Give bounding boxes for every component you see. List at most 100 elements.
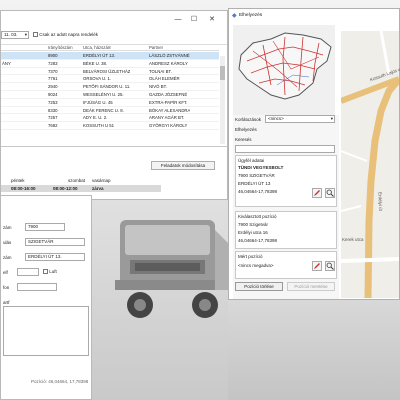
field-label: zám xyxy=(3,255,12,260)
lift-checkbox[interactable]: Luft xyxy=(43,269,57,275)
date-value: 11. 03. xyxy=(4,32,18,37)
hours-cell: 08:00-12:00 xyxy=(53,186,78,191)
clear-position-button[interactable]: Pozíció törlése xyxy=(235,282,283,291)
table-row[interactable]: 2940 PETŐFI SÁNDOR U. 11. NIVÓ BT. xyxy=(1,83,219,91)
position-text: Pozíció: 46,04664, 17,78398 xyxy=(31,379,89,384)
search-input[interactable] xyxy=(235,145,335,153)
save-position-button[interactable]: Pozíció mentése xyxy=(287,282,335,291)
section-heading: Kiválasztott pozíció xyxy=(238,214,277,219)
hours-cell: zárva xyxy=(92,186,104,191)
selected-street: Erdélyi utca 16 xyxy=(238,230,268,235)
city-field[interactable]: SZIGETVÁR xyxy=(25,238,85,246)
day-header: vasárnap xyxy=(92,178,111,183)
table-cell: ERDÉLYI ÚT 13. xyxy=(83,53,116,58)
table-row[interactable]: 8330 DEÁK FERENC U. 8. BÓKAY ALEXANDRA xyxy=(1,107,219,115)
search-icon xyxy=(326,189,334,197)
table-cell: BÉKE U. 38. xyxy=(83,60,108,66)
floor-field[interactable] xyxy=(17,268,39,276)
table-cell: IFJÚSÁG U. 45 xyxy=(83,99,113,105)
window-titlebar: ◆ Elhelyezés xyxy=(229,9,399,22)
customer-city: 7900 SZIGETVÁR xyxy=(238,173,275,178)
section-heading: Mért pozíció xyxy=(238,254,263,259)
map-window: ◆ Elhelyezés Kossuth Lajos utca Erdélyi … xyxy=(228,8,400,300)
column-header[interactable]: Irányítószám xyxy=(48,45,73,50)
phone-field[interactable] xyxy=(17,283,57,291)
saved-value: <nincs megadva> xyxy=(238,263,274,268)
table-row[interactable]: ÁNY 7283 BÉKE U. 38. ANDRESZ KÁROLY xyxy=(1,60,219,68)
table-cell: GAZDA JÓZSEFNÉ xyxy=(149,91,188,97)
table-cell: ORSOVA U. 1. xyxy=(83,76,112,82)
table-cell: 8900 xyxy=(48,53,58,58)
chevron-down-icon: ▾ xyxy=(330,116,333,121)
table-cell: 8330 xyxy=(48,107,58,113)
day-header: péntek xyxy=(11,178,25,183)
table-cell: KOSSUTH U 51 xyxy=(83,123,115,129)
zip-field[interactable]: 7900 xyxy=(25,223,65,231)
table-cell: TOLNAI BT. xyxy=(149,68,172,74)
minimize-button[interactable]: — xyxy=(171,14,185,26)
checkbox-icon[interactable] xyxy=(33,32,38,38)
county-select[interactable]: <nincs> ▾ xyxy=(265,115,335,123)
orders-table: Irányítószám Utca, házszám Partner 8900 E… xyxy=(1,44,227,146)
column-header[interactable]: Utca, házszám xyxy=(83,45,111,50)
checkbox-label: Csak az adott napra rendelék xyxy=(39,32,99,37)
column-header[interactable]: Partner xyxy=(149,45,163,50)
table-row[interactable]: 8900 ERDÉLYI ÚT 13. LÁSZLÓ ZSTVÁNNÉ xyxy=(1,52,219,60)
locate-button[interactable] xyxy=(325,261,335,271)
table-cell: BELVÁROSI ÜZLETHÁZ xyxy=(83,68,131,74)
app-icon: ◆ xyxy=(232,13,237,19)
table-row[interactable]: 7253 IFJÚSÁG U. 45 EXTRA-PAPÍR KFT. xyxy=(1,99,219,107)
panel-title: Elhelyezés xyxy=(235,127,257,132)
background-photo-right xyxy=(228,300,400,400)
table-cell: GYÖRGYI KÁROLY xyxy=(149,123,188,129)
table-cell: NIVÓ BT. xyxy=(149,84,167,90)
table-row[interactable]: 7761 ORSOVA U. 1. OLÁH ELEMÉR xyxy=(1,75,219,84)
vertical-scrollbar[interactable] xyxy=(220,56,225,144)
table-cell: ARANY AGÁR BT. xyxy=(149,115,185,121)
edit-pencil-button[interactable] xyxy=(312,261,322,271)
scrollbar-thumb[interactable] xyxy=(220,66,225,80)
street-label: Kerek utca xyxy=(342,237,364,242)
table-row[interactable]: 7370 BELVÁROSI ÜZLETHÁZ TOLNAI BT. xyxy=(1,68,219,76)
selected-position-box: Kiválasztott pozíció 7900 Szigetvár Erdé… xyxy=(235,211,337,249)
close-button[interactable]: ✕ xyxy=(205,14,219,26)
table-body: 8900 ERDÉLYI ÚT 13. LÁSZLÓ ZSTVÁNNÉ ÁNY 7283… xyxy=(1,52,219,130)
field-label: ulás xyxy=(3,240,12,245)
pencil-icon xyxy=(314,263,320,269)
same-day-filter[interactable]: Csak az adott napra rendelék xyxy=(33,32,99,38)
address-detail-window: zám 7900 ulás SZIGETVÁR zám ERDÉLYI ÚT 1… xyxy=(0,195,92,400)
table-cell: ÁNY xyxy=(2,60,11,66)
edit-pencil-button[interactable] xyxy=(312,188,322,198)
selected-city: 7900 Szigetvár xyxy=(238,222,269,227)
modify-tasks-button[interactable]: Feladatok módosítása xyxy=(151,161,215,170)
selected-coords: 46,04664-17,78398 xyxy=(238,238,278,243)
hours-row: 08:00-16:00 08:00-12:00 zárva xyxy=(1,185,161,192)
table-row[interactable]: 7682 KOSSUTH U 51 GYÖRGYI KÁROLY xyxy=(1,122,219,130)
date-picker[interactable]: 11. 03. ▾ xyxy=(1,31,29,39)
table-cell: DEÁK FERENC U. 8. xyxy=(83,107,124,113)
section-heading: Ügyfél adatai xyxy=(238,158,265,163)
maximize-button[interactable]: ☐ xyxy=(187,14,201,26)
street-field[interactable]: ERDÉLYI ÚT 13. xyxy=(25,253,85,261)
chevron-down-icon: ▾ xyxy=(24,32,27,37)
saved-position-box: Mért pozíció <nincs megadva> xyxy=(235,251,337,279)
table-cell: OLÁH ELEMÉR xyxy=(149,76,180,82)
customer-data-box: Ügyfél adatai TÜNDI VEGYESBOLT 7900 SZIG… xyxy=(235,155,337,207)
table-cell: LÁSZLÓ ZSTVÁNNÉ xyxy=(149,53,190,58)
table-cell: 2940 xyxy=(48,84,58,90)
table-cell: ADY E. U. 2. xyxy=(83,115,108,121)
table-cell: PETŐFI SÁNDOR U. 11. xyxy=(83,84,131,90)
checkbox-icon[interactable] xyxy=(43,269,48,275)
country-map[interactable] xyxy=(233,25,335,115)
notes-field[interactable] xyxy=(3,306,89,356)
table-cell: 7253 xyxy=(48,99,58,105)
customer-coords: 46,04664-17,78398 xyxy=(238,189,278,194)
locate-button[interactable] xyxy=(325,188,335,198)
table-cell: 9024 xyxy=(48,91,58,97)
table-cell: WESSELÉNYI U. 25. xyxy=(83,91,124,97)
location-panel: Korlátozások <nincs> ▾ Elhelyezés Keresé… xyxy=(233,115,339,299)
table-row[interactable]: 7257 ADY E. U. 2. ARANY AGÁR BT. xyxy=(1,114,219,123)
table-row[interactable]: 9024 WESSELÉNYI U. 25. GAZDA JÓZSEFNÉ xyxy=(1,91,219,99)
field-label: artf xyxy=(3,300,10,305)
table-cell: EXTRA-PAPÍR KFT. xyxy=(149,99,188,105)
